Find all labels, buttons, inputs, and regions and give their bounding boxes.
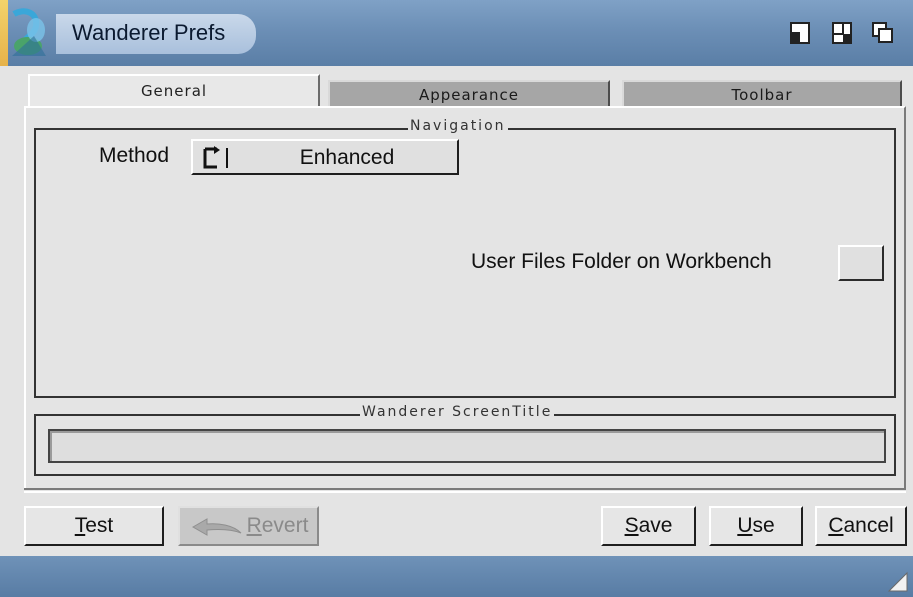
use-button[interactable]: Use xyxy=(709,506,803,546)
tab-label: Toolbar xyxy=(731,86,793,104)
user-files-label: User Files Folder on Workbench xyxy=(471,250,772,273)
tab-toolbar[interactable]: Toolbar xyxy=(622,80,902,106)
test-button[interactable]: Test xyxy=(24,506,164,546)
separator xyxy=(24,491,906,493)
window-title: Wanderer Prefs xyxy=(72,20,226,45)
user-files-checkbox[interactable] xyxy=(838,245,884,281)
tab-label: Appearance xyxy=(418,86,520,104)
revert-arrow-icon xyxy=(191,518,241,537)
use-button-label: se xyxy=(752,514,775,537)
tab-appearance[interactable]: Appearance xyxy=(328,80,610,106)
wanderer-logo-icon xyxy=(12,8,46,56)
screentitle-input[interactable] xyxy=(48,429,886,463)
navigation-group-title: Navigation xyxy=(408,118,508,134)
method-value: Enhanced xyxy=(299,146,395,169)
use-button-mnemonic: U xyxy=(737,514,753,537)
revert-button-label: evert xyxy=(261,514,309,537)
cancel-button-mnemonic: C xyxy=(828,514,844,537)
cancel-button[interactable]: Cancel xyxy=(815,506,907,546)
cancel-button-label: ancel xyxy=(843,514,894,537)
revert-button[interactable]: Revert xyxy=(178,506,319,546)
separator xyxy=(24,488,906,490)
screentitle-group-title: Wanderer ScreenTitle xyxy=(360,404,555,420)
tab-bar: General Appearance Toolbar xyxy=(24,74,904,108)
window-bottom-bar xyxy=(0,556,913,597)
iconify-icon[interactable] xyxy=(790,22,810,44)
zoom-icon[interactable] xyxy=(832,22,852,44)
title-bar[interactable]: Wanderer Prefs xyxy=(0,0,913,66)
tab-general[interactable]: General xyxy=(28,74,320,108)
save-button[interactable]: Save xyxy=(601,506,696,546)
resize-grip-icon[interactable] xyxy=(887,571,909,593)
wanderer-prefs-window: Wanderer Prefs General Appearance Toolba… xyxy=(0,0,913,597)
method-cycle-gadget[interactable]: Enhanced xyxy=(191,139,459,175)
method-label: Method xyxy=(99,144,170,167)
revert-button-mnemonic: R xyxy=(246,514,262,537)
save-button-label: ave xyxy=(638,514,673,537)
tab-label: General xyxy=(140,82,208,100)
save-button-mnemonic: S xyxy=(624,514,639,537)
test-button-label: est xyxy=(85,514,114,537)
test-button-mnemonic: T xyxy=(74,514,86,537)
depth-icon[interactable] xyxy=(872,22,893,44)
